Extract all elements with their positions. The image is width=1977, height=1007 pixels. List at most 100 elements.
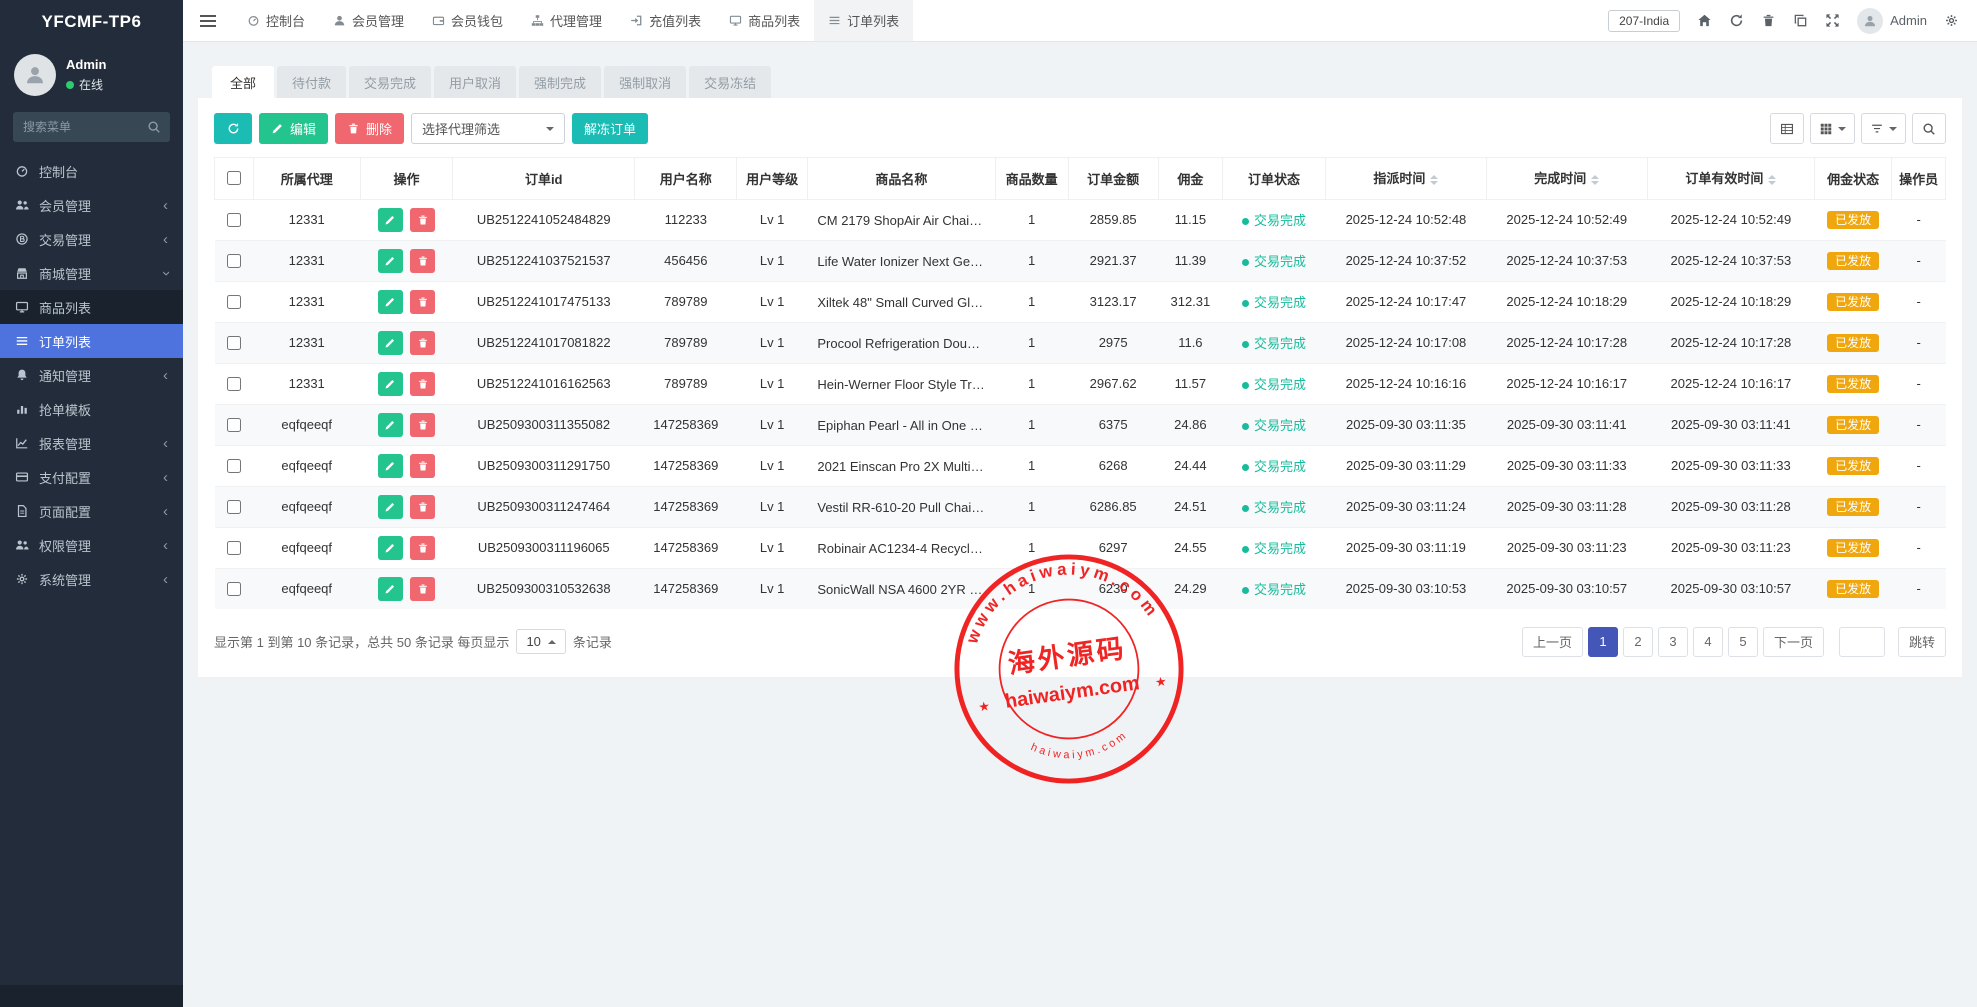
- region-selector[interactable]: 207-India: [1608, 10, 1680, 32]
- row-checkbox[interactable]: [227, 336, 241, 350]
- edit-button[interactable]: 编辑: [259, 113, 328, 144]
- table-row[interactable]: 12331 UB2512241016162563 789789 Lv 1 Hei…: [215, 363, 1946, 404]
- row-delete-button[interactable]: [410, 536, 435, 560]
- sidebar-item-order-list[interactable]: 订单列表: [0, 324, 183, 358]
- row-checkbox[interactable]: [227, 500, 241, 514]
- tab-frozen[interactable]: 交易冻结: [689, 66, 771, 98]
- page-button-4[interactable]: 4: [1693, 627, 1723, 657]
- table-search-button[interactable]: [1912, 113, 1946, 144]
- table-row[interactable]: eqfqeeqf UB2509300311355082 147258369 Lv…: [215, 404, 1946, 445]
- col-valid-time[interactable]: 订单有效时间: [1647, 158, 1814, 200]
- row-delete-button[interactable]: [410, 290, 435, 314]
- sidebar-item-members[interactable]: 会员管理‹: [0, 188, 183, 222]
- table-row[interactable]: 12331 UB2512241017081822 789789 Lv 1 Pro…: [215, 322, 1946, 363]
- fullscreen-icon[interactable]: [1825, 13, 1840, 28]
- tab-all[interactable]: 全部: [212, 66, 274, 98]
- table-row[interactable]: 12331 UB2512241052484829 112233 Lv 1 CM …: [215, 199, 1946, 240]
- nav-wallet[interactable]: 会员钱包: [418, 0, 517, 41]
- table-row[interactable]: eqfqeeqf UB2509300311196065 147258369 Lv…: [215, 527, 1946, 568]
- menu-toggle-button[interactable]: [183, 0, 233, 41]
- sidebar-item-reports[interactable]: 报表管理‹: [0, 426, 183, 460]
- row-edit-button[interactable]: [378, 290, 403, 314]
- row-edit-button[interactable]: [378, 413, 403, 437]
- row-checkbox[interactable]: [227, 213, 241, 227]
- table-row[interactable]: eqfqeeqf UB2509300310532638 147258369 Lv…: [215, 568, 1946, 609]
- table-row[interactable]: eqfqeeqf UB2509300311291750 147258369 Lv…: [215, 445, 1946, 486]
- delete-button[interactable]: 删除: [335, 113, 404, 144]
- agent-filter-select[interactable]: 选择代理筛选: [411, 113, 565, 144]
- settings-gear-icon[interactable]: [1944, 13, 1959, 28]
- trash-icon[interactable]: [1761, 13, 1776, 28]
- row-edit-button[interactable]: [378, 372, 403, 396]
- col-assigned-time[interactable]: 指派时间: [1326, 158, 1487, 200]
- col-finished-time[interactable]: 完成时间: [1486, 158, 1647, 200]
- row-delete-button[interactable]: [410, 331, 435, 355]
- nav-agents[interactable]: 代理管理: [517, 0, 616, 41]
- sidebar-item-mall[interactable]: 商城管理‹: [0, 256, 183, 290]
- page-size-select[interactable]: 10: [516, 629, 565, 654]
- sidebar-item-payment-config[interactable]: 支付配置‹: [0, 460, 183, 494]
- page-button-3[interactable]: 3: [1658, 627, 1688, 657]
- sidebar-item-permissions[interactable]: 权限管理‹: [0, 528, 183, 562]
- tab-pending-payment[interactable]: 待付款: [277, 66, 346, 98]
- search-icon[interactable]: [147, 120, 161, 134]
- sidebar-item-goods-list[interactable]: 商品列表: [0, 290, 183, 324]
- home-icon[interactable]: [1697, 13, 1712, 28]
- sidebar-item-page-config[interactable]: 页面配置‹: [0, 494, 183, 528]
- export-button[interactable]: [1861, 113, 1906, 144]
- table-row[interactable]: 12331 UB2512241017475133 789789 Lv 1 Xil…: [215, 281, 1946, 322]
- tab-completed[interactable]: 交易完成: [349, 66, 431, 98]
- table-row[interactable]: 12331 UB2512241037521537 456456 Lv 1 Lif…: [215, 240, 1946, 281]
- page-button-2[interactable]: 2: [1623, 627, 1653, 657]
- row-edit-button[interactable]: [378, 577, 403, 601]
- next-page-button[interactable]: 下一页: [1763, 627, 1824, 657]
- sidebar-item-notifications[interactable]: 通知管理‹: [0, 358, 183, 392]
- sidebar-item-dashboard[interactable]: 控制台: [0, 154, 183, 188]
- row-delete-button[interactable]: [410, 495, 435, 519]
- jump-button[interactable]: 跳转: [1898, 627, 1946, 657]
- row-delete-button[interactable]: [410, 577, 435, 601]
- row-checkbox[interactable]: [227, 541, 241, 555]
- nav-members[interactable]: 会员管理: [319, 0, 418, 41]
- page-button-5[interactable]: 5: [1728, 627, 1758, 657]
- page-button-1[interactable]: 1: [1588, 627, 1618, 657]
- nav-orders[interactable]: 订单列表: [814, 0, 913, 41]
- nav-goods[interactable]: 商品列表: [715, 0, 814, 41]
- row-edit-button[interactable]: [378, 331, 403, 355]
- row-edit-button[interactable]: [378, 208, 403, 232]
- row-delete-button[interactable]: [410, 372, 435, 396]
- sidebar-item-transactions[interactable]: 交易管理‹: [0, 222, 183, 256]
- toggle-view-button[interactable]: [1770, 113, 1804, 144]
- row-checkbox[interactable]: [227, 377, 241, 391]
- select-all-checkbox[interactable]: [227, 171, 241, 185]
- topbar-user[interactable]: Admin: [1857, 8, 1927, 34]
- columns-button[interactable]: [1810, 113, 1855, 144]
- row-edit-button[interactable]: [378, 454, 403, 478]
- prev-page-button[interactable]: 上一页: [1522, 627, 1583, 657]
- row-checkbox[interactable]: [227, 459, 241, 473]
- row-edit-button[interactable]: [378, 495, 403, 519]
- row-delete-button[interactable]: [410, 413, 435, 437]
- tab-force-complete[interactable]: 强制完成: [519, 66, 601, 98]
- row-delete-button[interactable]: [410, 208, 435, 232]
- row-delete-button[interactable]: [410, 249, 435, 273]
- row-checkbox[interactable]: [227, 418, 241, 432]
- unfreeze-order-button[interactable]: 解冻订单: [572, 113, 648, 144]
- jump-page-input[interactable]: [1839, 627, 1885, 657]
- tab-force-cancel[interactable]: 强制取消: [604, 66, 686, 98]
- table-row[interactable]: eqfqeeqf UB2509300311247464 147258369 Lv…: [215, 486, 1946, 527]
- refresh-icon[interactable]: [1729, 13, 1744, 28]
- sidebar-item-system[interactable]: 系统管理‹: [0, 562, 183, 596]
- refresh-button[interactable]: [214, 113, 252, 144]
- nav-recharge[interactable]: 充值列表: [616, 0, 715, 41]
- row-checkbox[interactable]: [227, 582, 241, 596]
- row-delete-button[interactable]: [410, 454, 435, 478]
- row-checkbox[interactable]: [227, 295, 241, 309]
- row-checkbox[interactable]: [227, 254, 241, 268]
- nav-dashboard[interactable]: 控制台: [233, 0, 319, 41]
- row-edit-button[interactable]: [378, 249, 403, 273]
- row-edit-button[interactable]: [378, 536, 403, 560]
- tab-user-cancelled[interactable]: 用户取消: [434, 66, 516, 98]
- copy-icon[interactable]: [1793, 13, 1808, 28]
- sidebar-item-grab-template[interactable]: 抢单模板: [0, 392, 183, 426]
